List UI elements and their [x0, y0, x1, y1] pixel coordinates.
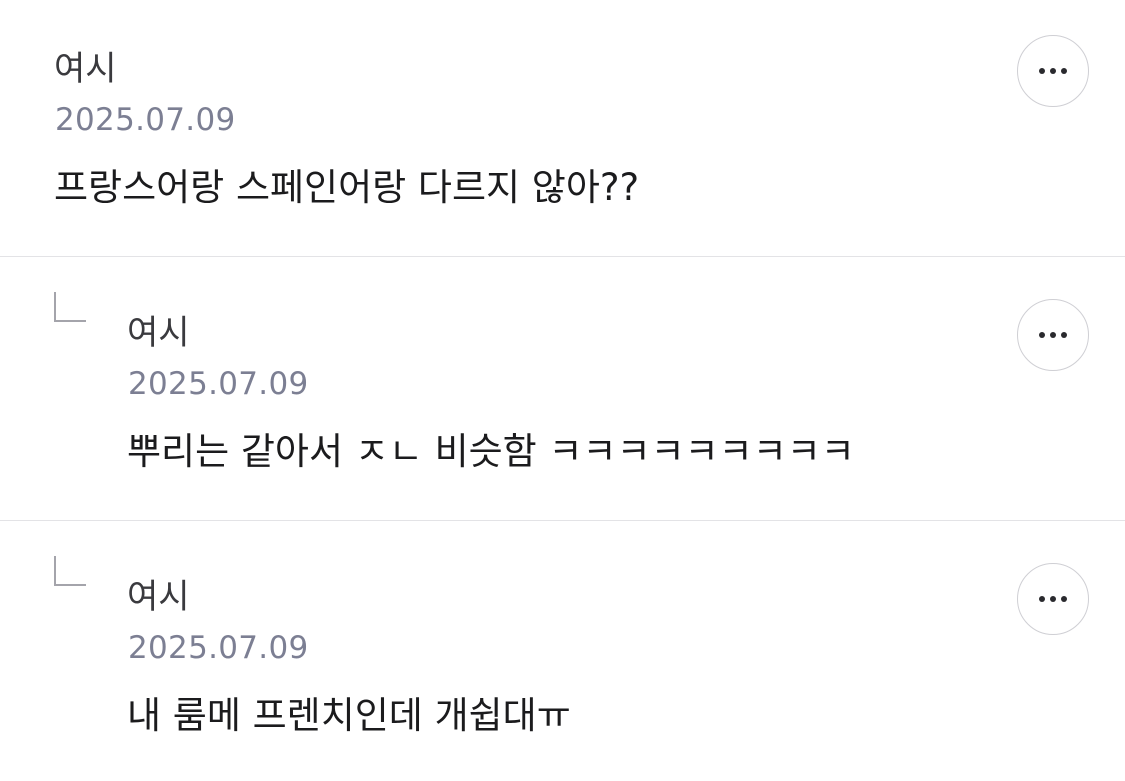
- comment-item: 여시 2025.07.09 프랑스어랑 스페인어랑 다르지 않아??: [0, 0, 1125, 257]
- more-options-button[interactable]: [1017, 299, 1089, 371]
- reply-item: 여시 2025.07.09 뿌리는 같아서 ㅈㄴ 비슷함 ㅋㅋㅋㅋㅋㅋㅋㅋㅋ: [0, 257, 1125, 521]
- comment-text: 뿌리는 같아서 ㅈㄴ 비슷함 ㅋㅋㅋㅋㅋㅋㅋㅋㅋ: [127, 430, 855, 473]
- comment-text: 프랑스어랑 스페인어랑 다르지 않아??: [54, 166, 640, 209]
- more-options-button[interactable]: [1017, 563, 1089, 635]
- reply-arrow-icon: [54, 292, 86, 322]
- reply-arrow-icon: [54, 556, 86, 586]
- comment-date: 2025.07.09: [55, 102, 236, 138]
- comment-author[interactable]: 여시: [54, 49, 117, 89]
- comment-author[interactable]: 여시: [127, 313, 190, 353]
- more-horizontal-icon: [1039, 596, 1067, 602]
- more-horizontal-icon: [1039, 332, 1067, 338]
- comment-list: 여시 2025.07.09 프랑스어랑 스페인어랑 다르지 않아?? 여시 20…: [0, 0, 1125, 781]
- reply-item: 여시 2025.07.09 내 룸메 프렌치인데 개쉽대ㅠ: [0, 521, 1125, 781]
- comment-date: 2025.07.09: [128, 366, 309, 402]
- more-horizontal-icon: [1039, 68, 1067, 74]
- more-options-button[interactable]: [1017, 35, 1089, 107]
- comment-author[interactable]: 여시: [127, 577, 190, 617]
- comment-text: 내 룸메 프렌치인데 개쉽대ㅠ: [127, 694, 571, 737]
- comment-date: 2025.07.09: [128, 630, 309, 666]
